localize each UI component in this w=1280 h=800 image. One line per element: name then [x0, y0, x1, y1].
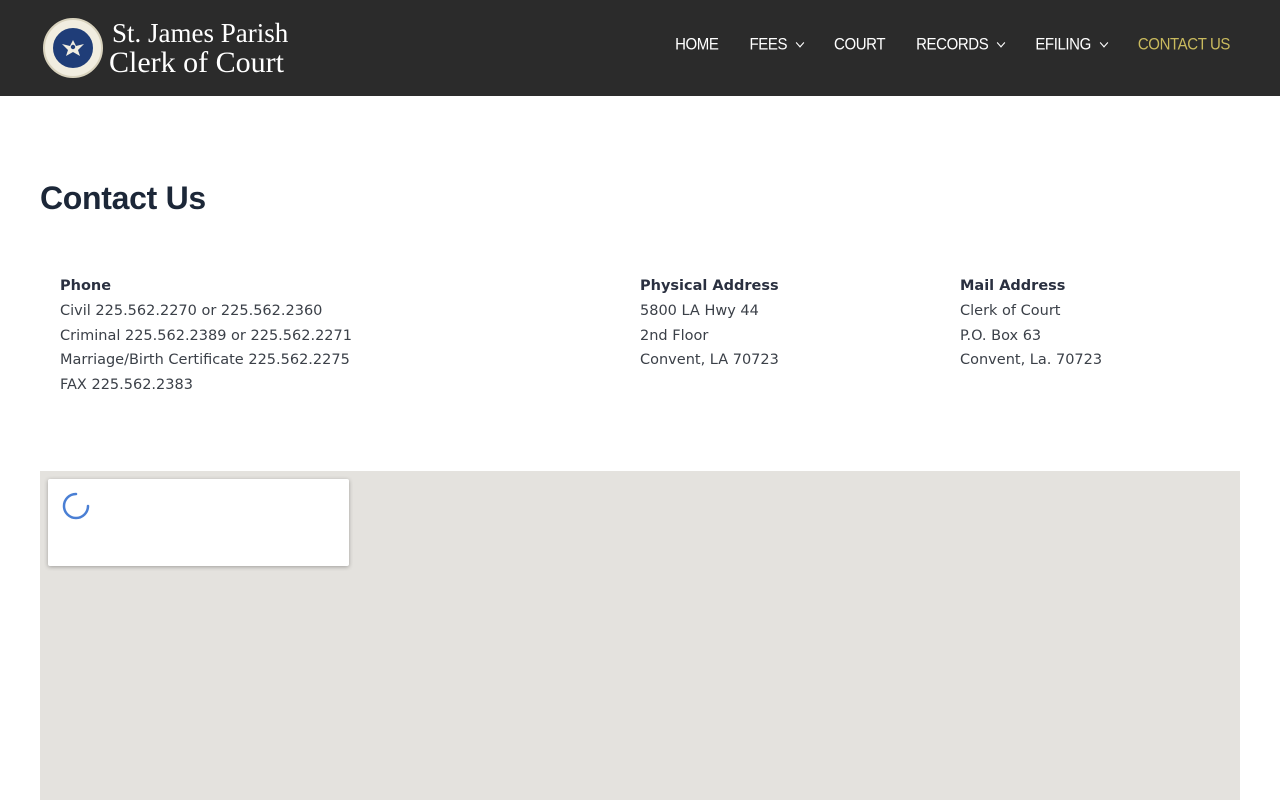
- nav-court[interactable]: COURT: [834, 35, 885, 54]
- nav-records-label: RECORDS: [916, 34, 989, 55]
- phone-criminal: Criminal 225.562.2389 or 225.562.2271: [60, 327, 352, 344]
- mail-address-line: Clerk of Court: [960, 302, 1061, 319]
- nav-fees[interactable]: FEES: [749, 34, 805, 55]
- chevron-down-icon: [795, 37, 805, 48]
- site-title: St. James Parish Clerk of Court: [109, 18, 289, 79]
- chevron-down-icon: [1099, 37, 1109, 48]
- map-embed[interactable]: [40, 471, 1240, 800]
- nav-efiling[interactable]: EFILING: [1035, 34, 1109, 55]
- site-header: St. James Parish Clerk of Court HOME FEE…: [0, 0, 1280, 96]
- phone-fax: FAX 225.562.2383: [60, 377, 193, 394]
- mail-address-line: P.O. Box 63: [960, 327, 1042, 344]
- mail-address-block: Mail Address Clerk of Court P.O. Box 63 …: [960, 274, 1102, 373]
- map-info-card: [48, 479, 349, 566]
- phone-marriage-birth: Marriage/Birth Certificate 225.562.2275: [60, 352, 350, 369]
- mail-address-heading: Mail Address: [960, 278, 1066, 294]
- physical-address-heading: Physical Address: [640, 278, 779, 294]
- physical-address-line: 2nd Floor: [640, 327, 709, 344]
- phone-heading: Phone: [60, 278, 112, 294]
- parish-seal-icon: [43, 18, 103, 78]
- main-nav: HOME FEES COURT RECORDS EFILING CONTACT …: [644, 34, 1231, 55]
- site-logo-link[interactable]: St. James Parish Clerk of Court: [43, 18, 288, 78]
- site-title-line2: Clerk of Court: [109, 46, 284, 79]
- nav-home-label: HOME: [675, 34, 719, 55]
- phone-civil: Civil 225.562.2270 or 225.562.2360: [60, 302, 323, 319]
- mail-address-line: Convent, La. 70723: [960, 352, 1103, 369]
- physical-address-block: Physical Address 5800 LA Hwy 44 2nd Floo…: [640, 274, 779, 373]
- nav-contact-us[interactable]: CONTACT US: [1137, 34, 1231, 55]
- nav-efiling-label: EFILING: [1035, 34, 1091, 55]
- loading-spinner-icon: [62, 492, 90, 520]
- nav-home[interactable]: HOME: [675, 34, 719, 55]
- nav-court-label: COURT: [834, 34, 886, 55]
- site-title-line1: St. James Parish: [112, 18, 289, 48]
- page-title: Contact Us: [40, 180, 206, 216]
- nav-contact-us-label: CONTACT US: [1137, 34, 1231, 55]
- nav-fees-label: FEES: [749, 34, 788, 55]
- chevron-down-icon: [997, 37, 1006, 48]
- physical-address-line: Convent, LA 70723: [640, 352, 779, 369]
- phone-block: Phone Civil 225.562.2270 or 225.562.2360…: [60, 274, 352, 398]
- physical-address-line: 5800 LA Hwy 44: [640, 302, 759, 319]
- nav-records[interactable]: RECORDS: [916, 34, 1006, 55]
